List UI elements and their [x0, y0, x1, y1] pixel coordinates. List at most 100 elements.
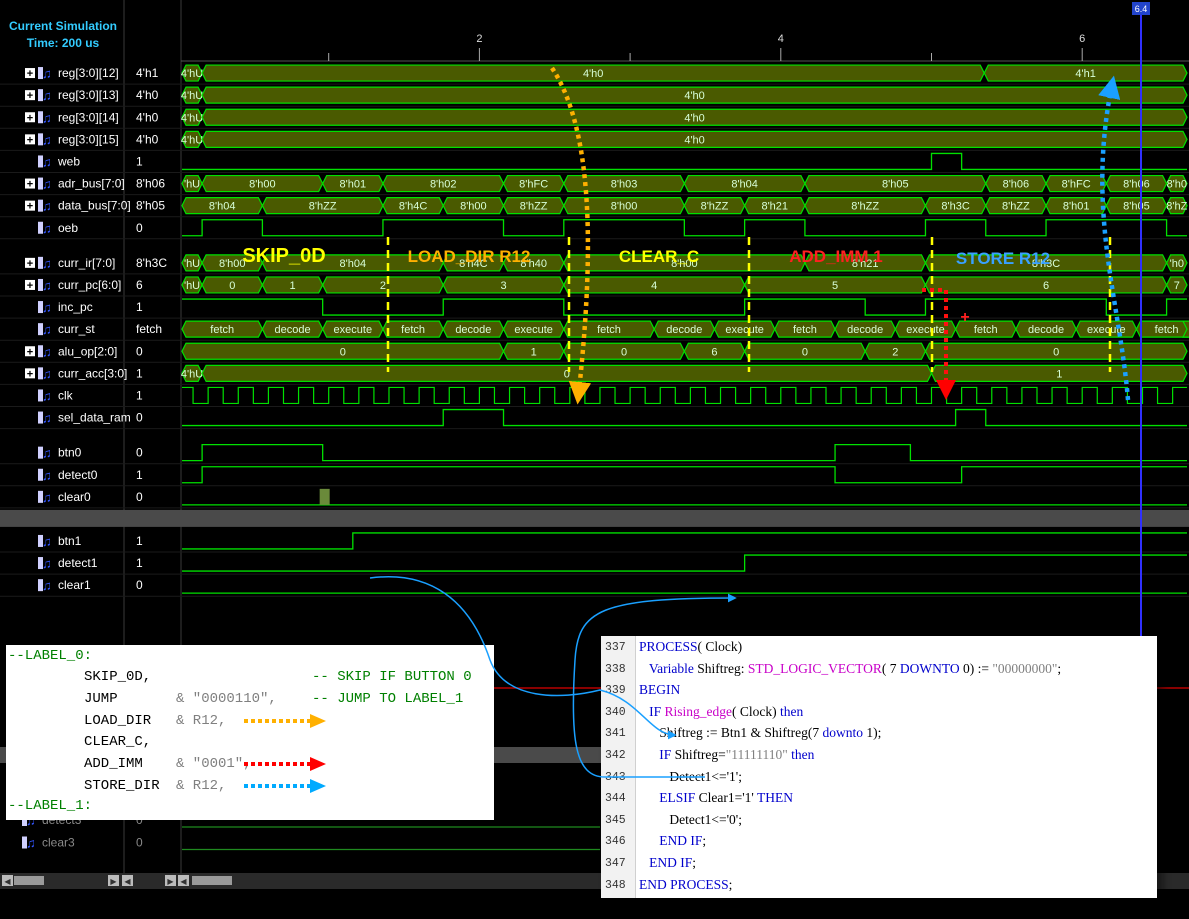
bus-value: 4'hU [181, 112, 203, 124]
signal-row[interactable]: + ♫ reg[3:0][13] 4'h0 4'hU 4'h0 [0, 86, 1189, 107]
signal-row[interactable]: ♫ curr_st fetch fetch decode execute fetch deco… [0, 320, 1189, 341]
signal-name[interactable]: alu_op[2:0] [58, 344, 117, 358]
signal-name[interactable]: detect1 [58, 556, 98, 570]
signal-name[interactable]: reg[3:0][13] [58, 88, 119, 102]
annotation-label: SKIP_0D [242, 245, 325, 267]
scroll-thumb[interactable] [192, 876, 232, 885]
signal-row[interactable]: + ♫ curr_acc[3:0] 1 4'hU 0 1 [0, 364, 1189, 385]
signal-row[interactable]: ♫ detect1 1 [0, 554, 1189, 575]
signal-name[interactable]: reg[3:0][12] [58, 66, 119, 80]
signal-name[interactable]: curr_ir[7:0] [58, 256, 115, 270]
signal-name[interactable]: clear1 [58, 578, 91, 592]
wire-trace [182, 444, 1187, 462]
signal-row[interactable]: ♫ clear0 0 [0, 488, 1189, 509]
wire-icon: ♫ [38, 446, 52, 461]
signal-name[interactable]: curr_st [58, 322, 95, 336]
sim-time-title: Current Simulation [9, 19, 117, 33]
asm-opcode: ADD_IMM [84, 756, 143, 773]
signal-row[interactable]: ♫ clk 1 [0, 386, 1189, 407]
signal-name[interactable]: reg[3:0][15] [58, 132, 119, 146]
signal-row[interactable]: ♫ oeb 0 [0, 219, 1189, 240]
signal-row[interactable]: ♫ clear3 0 [22, 836, 600, 851]
signal-name[interactable]: data_bus[7:0] [58, 199, 131, 213]
bus-value: 0 [802, 346, 808, 358]
line-number: 348 [605, 878, 626, 892]
signal-row[interactable]: ♫ clear1 0 [0, 578, 1189, 597]
bus-value: fetch [210, 324, 234, 336]
svg-text:+: + [27, 179, 33, 191]
line-number: 339 [605, 684, 626, 698]
signal-row[interactable]: + ♫ data_bus[7:0] 8'h05 8'h04 8'hZZ 8'h4C 8'h00… [0, 197, 1189, 218]
asm-label: --LABEL_0: [8, 648, 93, 664]
code-line: END IF; [659, 833, 707, 849]
line-number: 340 [605, 705, 626, 719]
bus-value: 2 [892, 346, 898, 358]
line-number: 347 [605, 857, 626, 870]
wire-icon: ♫ [38, 411, 52, 426]
line-number: 338 [605, 662, 626, 676]
wire-trace [182, 298, 1187, 316]
signal-name[interactable]: reg[3:0][14] [58, 110, 119, 124]
svg-text:♫: ♫ [42, 578, 52, 593]
svg-text:♫: ♫ [42, 490, 52, 505]
signal-row[interactable]: ♫ sel_data_ram 0 [0, 408, 1189, 430]
asm-opcode: LOAD_DIR [84, 712, 152, 729]
bus-value: 3 [500, 280, 506, 292]
signal-row[interactable]: ♫ web 1 [0, 152, 1189, 173]
signal-row[interactable]: + ♫ adr_bus[7:0] 8'h06 'hU 8'h00 8'h01 8'h02 8'h… [0, 174, 1189, 196]
annotation-label: STORE R12 [956, 249, 1050, 268]
wire-icon: ♫ [38, 556, 52, 571]
svg-text:♫: ♫ [42, 66, 52, 81]
signal-name[interactable]: web [57, 154, 80, 168]
signal-row[interactable]: ♫ btn1 1 [0, 532, 1189, 553]
bus-value: 8'hZZ [309, 201, 337, 213]
signal-name[interactable]: clk [58, 388, 74, 402]
signal-name[interactable]: btn1 [58, 534, 82, 548]
asm-arrow-icon [244, 757, 326, 772]
bus-value: 8'h00 [460, 201, 487, 213]
signal-name[interactable]: detect0 [58, 468, 98, 482]
bus-value: 8'h01 [340, 179, 367, 191]
signal-name[interactable]: curr_pc[6:0] [58, 278, 121, 292]
signal-row[interactable]: ♫ detect0 1 [0, 466, 1189, 487]
wire-icon: ♫ [38, 300, 52, 315]
bus-value: 1 [289, 280, 295, 292]
asm-opcode: STORE_DIR [84, 778, 160, 794]
signal-name[interactable]: adr_bus[7:0] [58, 177, 125, 191]
bus-value: 8'h00 [249, 179, 276, 191]
signal-name[interactable]: oeb [58, 221, 78, 235]
bus-value: 8'h01 [1063, 201, 1090, 213]
bus-value: execute [725, 324, 764, 336]
signal-name[interactable]: inc_pc [58, 300, 93, 314]
signal-value: 0 [136, 446, 143, 460]
svg-text:♫: ♫ [42, 199, 52, 214]
group-divider[interactable] [0, 509, 1189, 527]
bus-icon: ♫ [38, 366, 52, 381]
wire-icon: ♫ [38, 490, 52, 505]
svg-text:+: + [27, 90, 33, 102]
signal-name[interactable]: sel_data_ram [58, 411, 131, 425]
scroll-thumb[interactable] [14, 876, 44, 885]
vhdl-code-panel: 337 PROCESS( Clock) 338 Variable Shiftreg:… [601, 636, 1157, 898]
signal-name[interactable]: clear3 [42, 836, 75, 850]
bus-icon: ♫ [38, 66, 52, 81]
signal-row[interactable]: + ♫ reg[3:0][14] 4'h0 4'hU 4'h0 [0, 108, 1189, 129]
signal-name[interactable]: btn0 [58, 446, 82, 460]
signal-row[interactable]: ♫ inc_pc 1 [0, 298, 1189, 319]
asm-opcode: CLEAR_C, [84, 734, 152, 751]
signal-row[interactable]: + ♫ reg[3:0][15] 4'h0 4'hU 4'h0 [0, 130, 1189, 151]
signal-row[interactable]: + ♫ curr_pc[6:0] 6 'hU 0 1 2 3 4 5 6 7 [0, 276, 1189, 297]
signal-row[interactable]: + ♫ reg[3:0][12] 4'h1 4'hU 4'h0 4'h1 [0, 64, 1189, 85]
signal-value: 0 [136, 344, 143, 358]
bus-icon: ♫ [38, 88, 52, 103]
bus-value: 8'hZZ [851, 201, 879, 213]
signal-value: 6 [136, 278, 143, 292]
signal-name[interactable]: curr_acc[3:0] [58, 366, 127, 380]
signal-name[interactable]: clear0 [58, 490, 91, 504]
signal-row[interactable]: + ♫ alu_op[2:0] 0 0 1 0 6 0 2 0 [0, 342, 1189, 363]
line-number: 344 [605, 792, 626, 806]
bus-value: 4'h0 [583, 68, 603, 80]
svg-text:♫: ♫ [42, 366, 52, 381]
signal-row[interactable]: ♫ btn0 0 [0, 444, 1189, 465]
bus-icon: ♫ [38, 177, 52, 192]
